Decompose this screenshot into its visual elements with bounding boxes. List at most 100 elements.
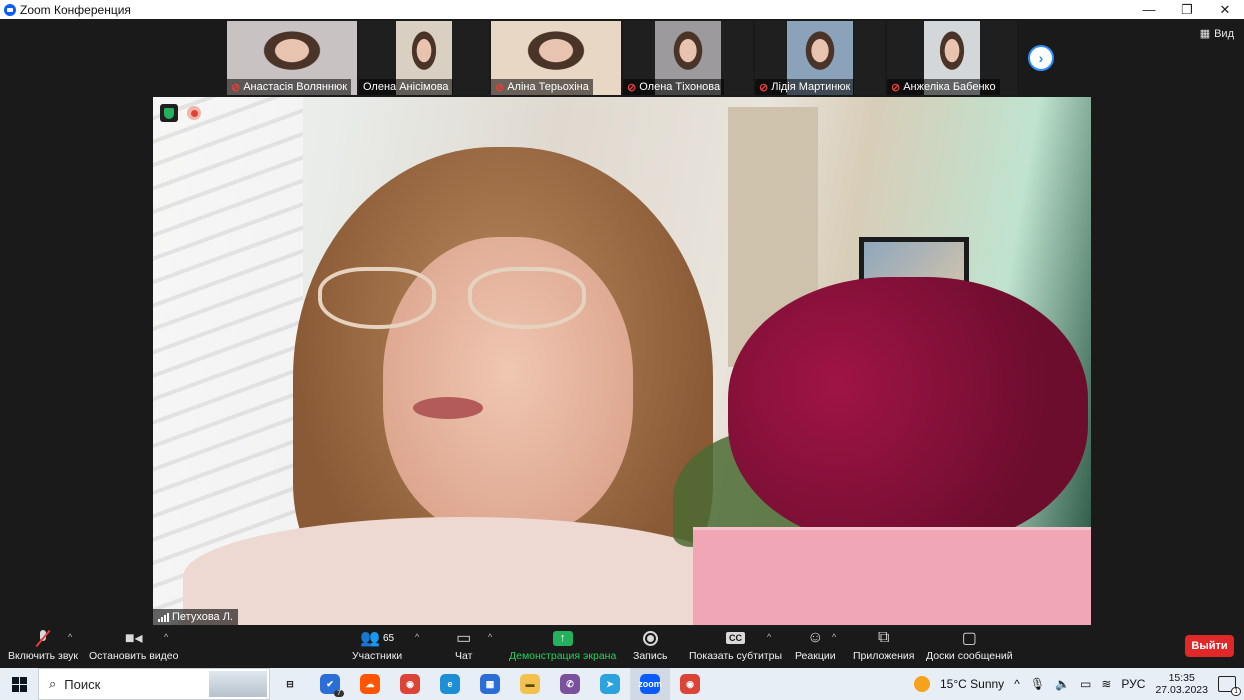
view-button-label: Вид bbox=[1214, 27, 1234, 40]
participant-thumbnail[interactable]: Олена Анісімова bbox=[359, 21, 489, 95]
telegram-icon: ➤ bbox=[600, 674, 620, 694]
captions-options-caret-icon[interactable]: ^ bbox=[767, 632, 771, 642]
pink-flower-pot bbox=[693, 527, 1091, 625]
whiteboards-button[interactable]: ▢ Доски сообщений bbox=[926, 628, 1013, 666]
participant-thumbnail[interactable]: ⊘ Анастасія Воляннюк bbox=[227, 21, 357, 95]
weather-text[interactable]: 15°C Sunny bbox=[940, 677, 1004, 691]
zoom-app-taskbar-button[interactable]: zoom bbox=[630, 668, 670, 700]
speaker-glasses bbox=[318, 267, 598, 337]
participant-thumbnail[interactable]: ⊘ Аліна Терьохіна bbox=[491, 21, 621, 95]
participant-name: Анастасія Воляннюк bbox=[243, 81, 348, 93]
microphone-tray-icon[interactable]: 🎙 bbox=[1030, 677, 1045, 691]
leave-meeting-button[interactable]: Выйти bbox=[1185, 635, 1234, 657]
edge-taskbar-button[interactable]: e bbox=[430, 668, 470, 700]
apps-button[interactable]: ⧉ Приложения bbox=[853, 628, 914, 666]
task-view-taskbar-button[interactable]: ⊟ bbox=[270, 668, 310, 700]
emoji-reaction-icon: ☺ bbox=[807, 629, 824, 646]
whiteboard-icon: ▢ bbox=[961, 630, 977, 647]
view-button[interactable]: ▦ Вид bbox=[1200, 27, 1234, 41]
meeting-toolbar: Включить звук ^ ■◂ Остановить видео ^ 👥 6… bbox=[0, 626, 1244, 668]
show-captions-label: Показать субтитры bbox=[689, 650, 783, 662]
chat-bubble-icon: ▭ bbox=[456, 630, 472, 647]
participants-icon: 👥 bbox=[360, 630, 380, 647]
recording-indicator-icon bbox=[187, 106, 201, 120]
participant-name: Анжеліка Бабенко bbox=[903, 81, 996, 93]
window-title: Zoom Конференция bbox=[20, 2, 131, 17]
soundcloud-icon: ☁ bbox=[360, 674, 380, 694]
muted-mic-icon: ⊘ bbox=[759, 81, 769, 94]
participant-thumbnail[interactable]: ⊘ Анжеліка Бабенко bbox=[887, 21, 1017, 95]
file-explorer-icon: ▬ bbox=[520, 674, 540, 694]
chat-label: Чат bbox=[455, 650, 473, 662]
speaker-name-label: Петухова Л. bbox=[153, 609, 238, 625]
minimize-button[interactable]: — bbox=[1130, 0, 1168, 19]
participants-label: Участники bbox=[352, 650, 403, 662]
speaker-shirt bbox=[183, 517, 743, 625]
chat-button[interactable]: ▭ Чат bbox=[455, 628, 472, 666]
active-speaker-video: Петухова Л. bbox=[153, 97, 1091, 625]
chevron-right-icon: › bbox=[1038, 50, 1044, 66]
chrome-profile-taskbar-button[interactable]: ◉ bbox=[670, 668, 710, 700]
reactions-label: Реакции bbox=[795, 650, 836, 662]
video-options-caret-icon[interactable]: ^ bbox=[164, 632, 168, 642]
speaker-name: Петухова Л. bbox=[172, 611, 233, 623]
taskbar-apps: ⊟ ✔ 7 ☁ ◉ e ▦ ▬ ✆ ➤ zoom ◉ bbox=[270, 668, 710, 700]
record-label: Запись bbox=[633, 650, 668, 662]
record-icon bbox=[642, 630, 658, 646]
participants-button[interactable]: 👥 65 Участники bbox=[352, 628, 402, 666]
close-button[interactable]: ✕ bbox=[1206, 0, 1244, 19]
edge-icon: e bbox=[440, 674, 460, 694]
muted-mic-icon: ⊘ bbox=[627, 81, 637, 94]
audio-options-caret-icon[interactable]: ^ bbox=[68, 632, 72, 642]
weather-sun-icon[interactable] bbox=[914, 676, 930, 692]
search-highlight-image bbox=[209, 671, 267, 697]
chrome-taskbar-button[interactable]: ◉ bbox=[390, 668, 430, 700]
violet-flowers bbox=[728, 277, 1088, 547]
participant-thumbnail[interactable]: ⊘ Лідія Мартинюк bbox=[755, 21, 885, 95]
search-icon: ⌕ bbox=[49, 676, 57, 691]
meeting-stage: ⊘ Анастасія Воляннюк Олена Анісімова ⊘ Алі… bbox=[0, 19, 1244, 626]
muted-mic-icon: ⊘ bbox=[495, 81, 505, 94]
battery-icon[interactable]: ▭ bbox=[1080, 677, 1091, 691]
show-hidden-icons-chevron-icon[interactable]: ^ bbox=[1014, 677, 1020, 691]
participant-thumbnail[interactable]: ⊘ Олена Тіхонова bbox=[623, 21, 753, 95]
muted-mic-icon: ⊘ bbox=[231, 81, 241, 94]
restore-button[interactable]: ❐ bbox=[1168, 0, 1206, 19]
file-explorer-taskbar-button[interactable]: ▬ bbox=[510, 668, 550, 700]
participants-options-caret-icon[interactable]: ^ bbox=[415, 632, 419, 642]
microphone-muted-icon bbox=[35, 629, 51, 647]
reactions-options-caret-icon[interactable]: ^ bbox=[832, 632, 836, 642]
reactions-button[interactable]: ☺ Реакции bbox=[795, 628, 836, 666]
start-button[interactable] bbox=[0, 668, 38, 700]
taskbar-search-box[interactable]: ⌕ Поиск bbox=[38, 668, 270, 700]
system-tray: 15°C Sunny ^ 🎙 🔈 ▭ ≋ РУС 15:35 27.03.202… bbox=[914, 668, 1244, 700]
closed-captions-icon: CC bbox=[726, 632, 746, 644]
zoom-app-icon: zoom bbox=[638, 674, 662, 694]
apps-icon: ⧉ bbox=[878, 629, 890, 646]
zoom-logo-icon bbox=[4, 3, 16, 16]
todo-app-taskbar-button[interactable]: ✔ 7 bbox=[310, 668, 350, 700]
soundcloud-taskbar-button[interactable]: ☁ bbox=[350, 668, 390, 700]
store-taskbar-button[interactable]: ▦ bbox=[470, 668, 510, 700]
participant-name: Лідія Мартинюк bbox=[771, 81, 851, 93]
security-shield-icon[interactable] bbox=[160, 104, 178, 122]
telegram-taskbar-button[interactable]: ➤ bbox=[590, 668, 630, 700]
chat-options-caret-icon[interactable]: ^ bbox=[488, 632, 492, 642]
next-page-button[interactable]: › bbox=[1028, 45, 1054, 71]
clock[interactable]: 15:35 27.03.2023 bbox=[1155, 672, 1208, 696]
notifications-icon[interactable]: 1 bbox=[1218, 676, 1241, 696]
participant-name: Аліна Терьохіна bbox=[507, 81, 589, 93]
stop-video-label: Остановить видео bbox=[89, 650, 179, 662]
record-button[interactable]: Запись bbox=[633, 628, 667, 666]
task-view-icon: ⊟ bbox=[280, 674, 300, 694]
store-icon: ▦ bbox=[480, 674, 500, 694]
participant-name: Олена Тіхонова bbox=[639, 81, 721, 93]
volume-icon[interactable]: 🔈 bbox=[1055, 677, 1070, 691]
muted-mic-icon: ⊘ bbox=[891, 81, 901, 94]
language-indicator[interactable]: РУС bbox=[1121, 677, 1145, 691]
share-screen-button[interactable]: ↑ Демонстрация экрана bbox=[509, 628, 616, 666]
window-title-bar: Zoom Конференция — ❐ ✕ bbox=[0, 0, 1244, 19]
wifi-icon[interactable]: ≋ bbox=[1101, 677, 1111, 691]
viber-taskbar-button[interactable]: ✆ bbox=[550, 668, 590, 700]
clock-date: 27.03.2023 bbox=[1155, 684, 1208, 696]
